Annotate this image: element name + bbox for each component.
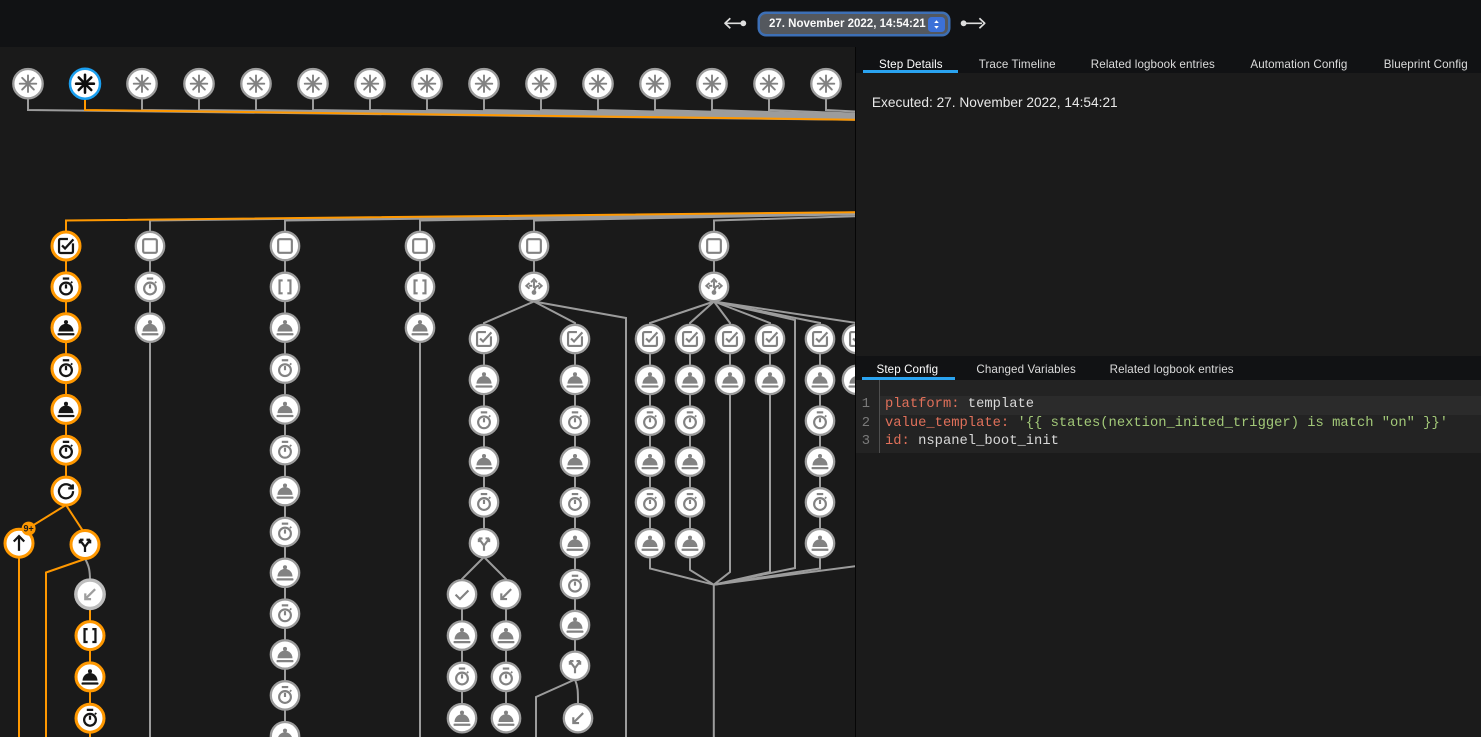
svg-text:9+: 9+ xyxy=(23,524,33,534)
